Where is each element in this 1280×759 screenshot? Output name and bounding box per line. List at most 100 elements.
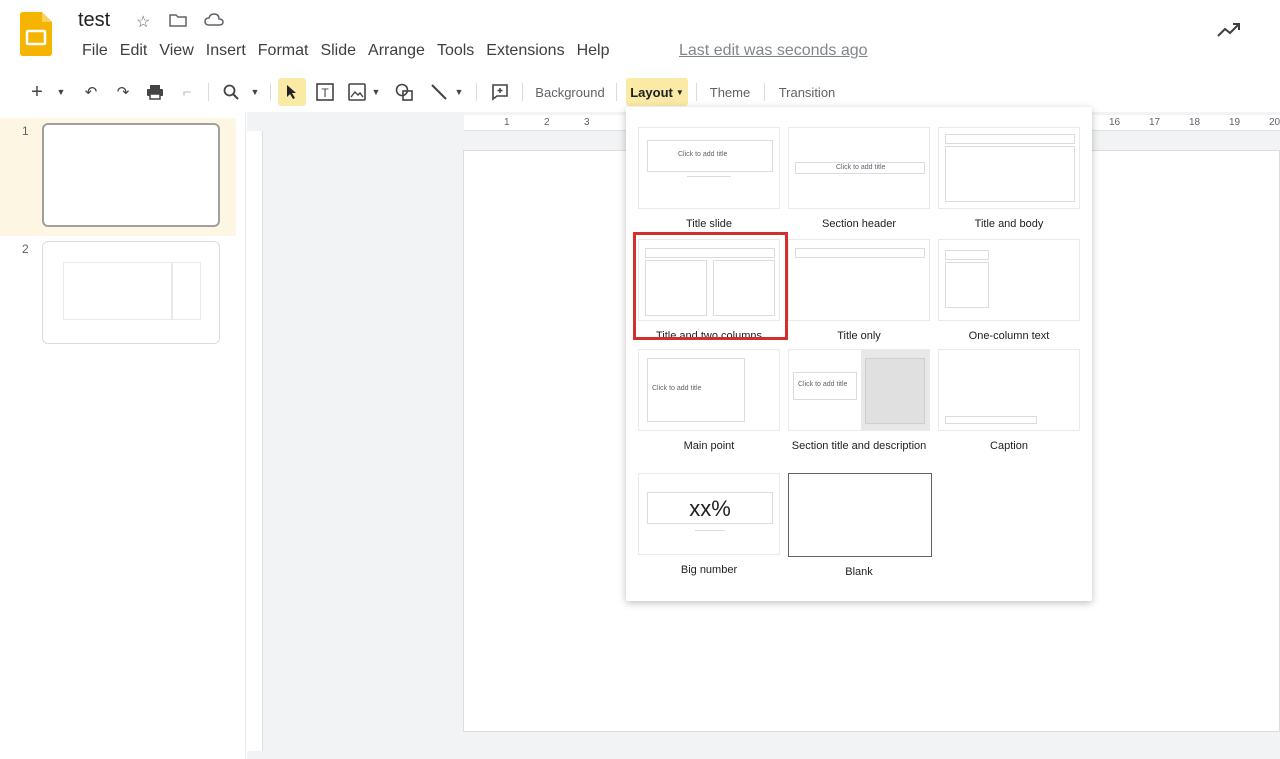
menu-edit[interactable]: Edit [114,42,154,60]
layout-preview: Click to add title [788,349,930,431]
background-button[interactable]: Background [530,78,610,106]
layout-preview: xx% [638,473,780,555]
number-placeholder: xx% [647,492,773,524]
layout-preview: Click to add title [638,349,780,431]
layout-dropdown-icon: ▼ [675,87,684,97]
menu-slide[interactable]: Slide [314,42,362,60]
line-dropdown-icon[interactable]: ▼ [452,78,466,106]
slides-logo-icon[interactable] [20,12,52,56]
layout-option-one-column-text[interactable]: One-column text [938,239,1080,343]
layout-preview [938,349,1080,431]
menu-view[interactable]: View [153,42,199,60]
layout-label: Main point [683,440,735,452]
title-placeholder: Click to add title [793,372,857,400]
left-ruler [247,131,263,751]
star-icon[interactable]: ☆ [136,12,150,32]
placeholder-text: Click to add title [836,164,886,171]
body-placeholder [865,358,925,424]
slide-filmstrip: 1 2 [0,112,246,759]
placeholder-text: Click to add title [798,381,848,388]
layout-preview: Click to add title [788,127,930,209]
layout-label: Big number [680,564,738,576]
select-cursor-icon[interactable] [278,78,306,106]
image-dropdown-icon[interactable]: ▼ [370,78,382,106]
big-number-text: xx% [689,496,731,521]
app-header: test ☆ File Edit View Insert Format Slid… [0,0,1280,72]
toolbar: + ▼ ↶ ↷ ⌐ ▼ T ▼ ▼ Background Layout ▼ Th… [16,78,1266,108]
thumbnail-placeholder [63,262,173,320]
text-box-icon[interactable]: T [312,78,338,106]
ruler-tick: 20 [1269,117,1280,128]
last-edit-link[interactable]: Last edit was seconds ago [679,42,868,60]
undo-icon[interactable]: ↶ [78,78,104,106]
menu-tools[interactable]: Tools [431,42,480,60]
layout-button[interactable]: Layout ▼ [626,78,688,106]
shape-icon[interactable] [392,78,418,106]
insert-image-icon[interactable] [344,78,370,106]
title-placeholder [795,248,925,258]
cloud-status-icon[interactable] [204,12,224,33]
ruler-tick: 1 [504,117,510,128]
layout-menu: Click to add title Title slide Click to … [626,107,1092,601]
comment-icon[interactable] [486,78,514,106]
layout-preview [788,239,930,321]
ruler-tick: 2 [544,117,550,128]
ruler-tick: 16 [1109,117,1121,128]
menu-help[interactable]: Help [571,42,616,60]
layout-option-title-and-body[interactable]: Title and body [938,127,1080,231]
print-icon[interactable] [142,78,168,106]
ruler-tick: 17 [1149,117,1161,128]
layout-option-title-only[interactable]: Title only [788,239,930,343]
transition-button[interactable]: Transition [772,78,842,106]
title-placeholder: Click to add title [647,140,773,172]
zoom-dropdown-icon[interactable]: ▼ [248,78,262,106]
layout-option-section-title-and-description[interactable]: Click to add title Section title and des… [788,349,930,453]
document-title[interactable]: test [78,9,110,32]
menu-extensions[interactable]: Extensions [480,42,570,60]
body-placeholder [945,146,1075,202]
menu-insert[interactable]: Insert [200,42,252,60]
move-folder-icon[interactable] [169,12,187,33]
layout-label: Section header [822,218,896,230]
layout-label: Title and body [974,218,1044,230]
caption-placeholder [945,416,1037,424]
thumbnail-placeholder [171,262,201,320]
activity-dashboard-icon[interactable] [1216,20,1242,45]
slide-number: 1 [22,124,29,138]
new-slide-dropdown-icon[interactable]: ▼ [54,78,68,106]
layout-option-blank[interactable]: Blank [788,473,932,579]
layout-label: Caption [990,440,1028,452]
title-placeholder [945,134,1075,144]
placeholder-text: Click to add title [678,151,728,158]
layout-button-label: Layout [630,84,673,100]
redo-icon[interactable]: ↷ [110,78,136,106]
layout-preview [788,473,932,557]
menu-arrange[interactable]: Arrange [362,42,431,60]
layout-label: One-column text [968,330,1050,342]
line-icon[interactable] [426,78,452,106]
highlight-box [633,232,788,340]
new-slide-icon[interactable]: + [22,78,52,106]
ruler-tick: 3 [584,117,590,128]
menu-file[interactable]: File [76,42,114,60]
layout-preview [938,127,1080,209]
layout-label: Section title and description [791,440,927,452]
menu-format[interactable]: Format [252,42,315,60]
slide-thumbnail-2[interactable] [42,241,220,344]
title-placeholder: Click to add title [795,162,925,174]
title-placeholder: Click to add title [647,358,745,422]
layout-option-title-slide[interactable]: Click to add title Title slide [638,127,780,231]
layout-option-main-point[interactable]: Click to add title Main point [638,349,780,453]
layout-label: Title only [837,330,881,342]
layout-option-big-number[interactable]: xx% Big number [638,473,780,577]
menu-bar: File Edit View Insert Format Slide Arran… [76,42,615,60]
layout-option-caption[interactable]: Caption [938,349,1080,453]
theme-button[interactable]: Theme [704,78,756,106]
paint-format-icon[interactable]: ⌐ [174,78,200,106]
slide-thumbnail-1[interactable] [42,123,220,227]
svg-text:T: T [321,86,329,100]
description-panel [861,350,929,430]
layout-label: Title slide [685,218,733,230]
zoom-icon[interactable] [218,78,244,106]
layout-option-section-header[interactable]: Click to add title Section header [788,127,930,231]
